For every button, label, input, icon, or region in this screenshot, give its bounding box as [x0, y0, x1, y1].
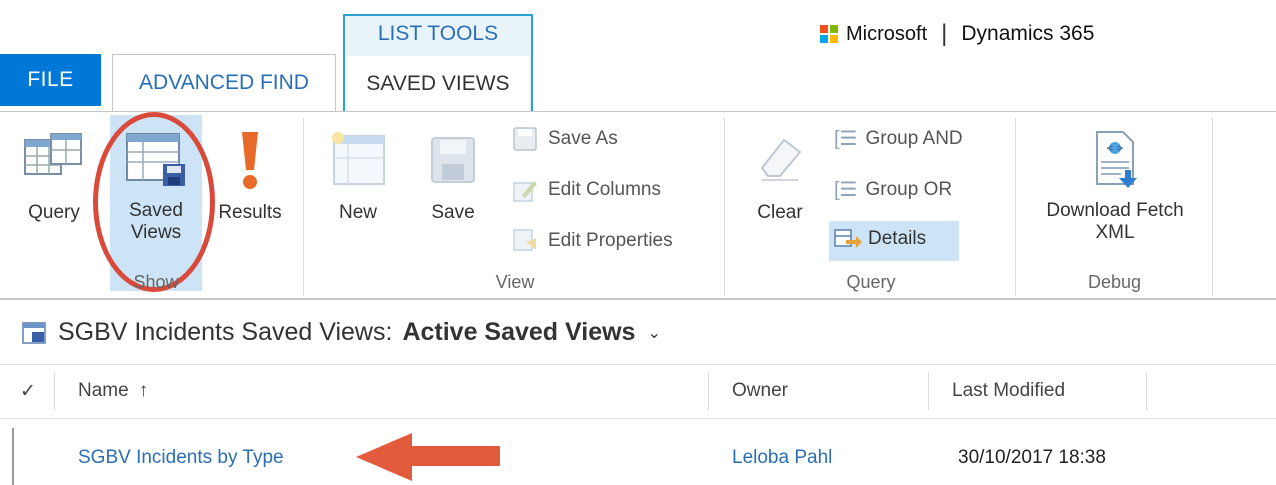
chevron-down-icon[interactable]: ⌄ [647, 323, 660, 343]
ribbon-bottom-border [0, 298, 1276, 300]
group-and-button[interactable]: [☰ Group AND [834, 126, 963, 151]
details-button[interactable]: Details [834, 228, 926, 250]
product-name: Dynamics 365 [961, 22, 1095, 45]
edit-properties-icon [513, 229, 536, 251]
tab-saved-views[interactable]: SAVED VIEWS [347, 56, 529, 111]
column-divider [928, 372, 929, 410]
eraser-icon [760, 138, 802, 181]
column-divider [708, 372, 709, 410]
group-label-view: View [495, 272, 535, 292]
download-fetch-label-line1: Download Fetch [1046, 200, 1184, 221]
sort-ascending-icon: ↑ [138, 380, 149, 401]
view-title-prefix: SGBV Incidents Saved Views: [58, 318, 393, 346]
exclamation-icon [242, 132, 258, 189]
annotation-arrow-shaft [410, 446, 500, 466]
results-label: Results [218, 202, 282, 223]
group-and-icon: [☰ [834, 128, 858, 150]
row-indicator [12, 428, 14, 485]
svg-text:< >: < > [1106, 144, 1124, 154]
query-label: Query [28, 202, 80, 223]
query-icon [24, 133, 82, 175]
tab-advanced-find[interactable]: ADVANCED FIND [112, 54, 336, 111]
save-label: Save [431, 202, 475, 223]
edit-columns-icon [513, 181, 537, 202]
active-view-name[interactable]: Active Saved Views [402, 318, 635, 347]
view-selector[interactable]: SGBV Incidents Saved Views: Active Saved… [22, 318, 661, 347]
details-label: Details [868, 228, 927, 249]
column-divider [54, 372, 55, 410]
download-fetch-xml-button[interactable]: < > Download Fetch XML [1025, 130, 1205, 244]
column-divider [1146, 372, 1147, 410]
microsoft-logo-icon [820, 25, 838, 43]
group-or-label: Group OR [865, 178, 953, 200]
save-button[interactable]: Save [418, 130, 488, 224]
group-divider [724, 118, 725, 296]
column-header-owner[interactable]: Owner [732, 380, 788, 402]
row-name-link[interactable]: SGBV Incidents by Type [78, 447, 284, 469]
edit-properties-label: Edit Properties [548, 230, 673, 251]
query-button[interactable]: Query [14, 130, 94, 224]
group-or-icon: [☰ [834, 179, 858, 201]
new-button[interactable]: New [320, 130, 396, 224]
group-divider [1212, 118, 1213, 296]
group-label-show: Show [133, 272, 179, 292]
select-all-checkmark-icon[interactable]: ✓ [20, 380, 36, 403]
group-divider [303, 118, 304, 296]
save-disk-icon [431, 137, 475, 183]
annotation-arrow-head [356, 433, 412, 481]
group-label-query: Query [846, 272, 896, 292]
edit-properties-button[interactable]: Edit Properties [512, 228, 673, 254]
column-header-name[interactable]: Name ↑ [78, 380, 148, 402]
brand-separator: | [941, 20, 948, 47]
save-as-label: Save As [548, 128, 618, 149]
row-owner-link[interactable]: Leloba Pahl [732, 447, 832, 469]
microsoft-label: Microsoft [846, 22, 928, 45]
new-view-icon [332, 132, 385, 185]
brand-header: Microsoft | Dynamics 365 [820, 18, 1094, 50]
grid-header [0, 364, 1276, 419]
column-header-last-modified[interactable]: Last Modified [952, 380, 1065, 402]
new-label: New [338, 202, 377, 223]
annotation-circle [93, 112, 215, 292]
results-button[interactable]: Results [210, 130, 290, 224]
save-as-button[interactable]: Save As [512, 126, 618, 152]
row-last-modified: 30/10/2017 18:38 [958, 447, 1106, 468]
edit-columns-label: Edit Columns [548, 179, 661, 200]
save-as-icon [513, 127, 537, 151]
group-or-button[interactable]: [☰ Group OR [834, 177, 952, 202]
group-label-debug: Debug [1087, 272, 1142, 292]
view-icon [22, 321, 46, 344]
list-tools-title: LIST TOOLS [377, 22, 499, 45]
download-fetch-label-line2: XML [1095, 222, 1135, 243]
group-and-label: Group AND [865, 127, 963, 149]
clear-label: Clear [757, 202, 803, 223]
file-tab[interactable]: FILE [0, 54, 101, 106]
group-divider [1015, 118, 1016, 296]
details-icon [834, 229, 862, 248]
clear-button[interactable]: Clear [740, 130, 820, 224]
edit-columns-button[interactable]: Edit Columns [512, 177, 661, 203]
xml-document-icon: < > [1096, 131, 1137, 188]
